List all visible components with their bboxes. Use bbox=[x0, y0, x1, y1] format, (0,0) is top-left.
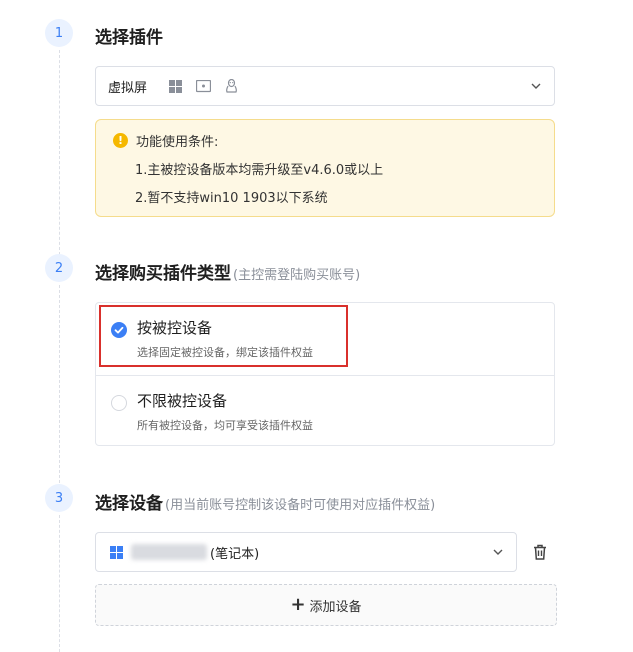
step-number: 2 bbox=[45, 254, 73, 282]
step-title: 选择插件 bbox=[95, 23, 163, 48]
device-type: (笔记本) bbox=[210, 546, 260, 562]
monitor-icon bbox=[196, 79, 212, 92]
linux-icon bbox=[226, 78, 237, 93]
radio-unchecked-icon[interactable] bbox=[111, 395, 127, 411]
step-title-text: 选择设备 bbox=[95, 494, 163, 514]
device-select[interactable]: (笔记本) bbox=[95, 532, 517, 572]
selection-highlight-box bbox=[99, 305, 348, 367]
notice-title: 功能使用条件: bbox=[136, 135, 219, 150]
step-number: 1 bbox=[45, 19, 73, 47]
os-support-icons bbox=[169, 78, 238, 94]
notice-line: 2.暂不支持win10 1903以下系统 bbox=[135, 191, 328, 206]
step-title: 选择购买插件类型 (主控需登陆购买账号) bbox=[95, 259, 360, 284]
conditions-notice: ! 功能使用条件: 1.主被控设备版本均需升级至v4.6.0或以上 2.暂不支持… bbox=[95, 119, 555, 217]
step-title: 选择设备 (用当前账号控制该设备时可使用对应插件权益) bbox=[95, 489, 435, 514]
windows-icon bbox=[169, 79, 183, 93]
add-device-button[interactable]: + 添加设备 bbox=[95, 584, 557, 626]
chevron-down-icon bbox=[531, 83, 541, 89]
plugin-select-value: 虚拟屏 bbox=[108, 80, 148, 96]
notice-line: 1.主被控设备版本均需升级至v4.6.0或以上 bbox=[135, 163, 384, 178]
chevron-down-icon bbox=[493, 549, 503, 555]
step-title-text: 选择购买插件类型 bbox=[95, 264, 231, 284]
step-hint: (主控需登陆购买账号) bbox=[233, 268, 361, 283]
step-connector bbox=[59, 50, 60, 255]
step-hint: (用当前账号控制该设备时可使用对应插件权益) bbox=[165, 498, 436, 513]
purchase-type-unlimited[interactable]: 不限被控设备 所有被控设备，均可享受该插件权益 bbox=[96, 375, 554, 447]
option-description: 所有被控设备，均可享受该插件权益 bbox=[137, 419, 313, 432]
step-number: 3 bbox=[45, 484, 73, 512]
device-name-redacted bbox=[131, 544, 207, 560]
notice-title-row: ! 功能使用条件: bbox=[113, 131, 554, 150]
add-device-label: 添加设备 bbox=[309, 599, 362, 615]
delete-icon[interactable] bbox=[531, 543, 549, 561]
step-connector bbox=[59, 285, 60, 483]
step-title-text: 选择插件 bbox=[95, 28, 163, 48]
plus-icon: + bbox=[290, 594, 306, 615]
option-label: 不限被控设备 bbox=[137, 392, 228, 410]
step-connector bbox=[59, 515, 60, 652]
windows-icon bbox=[110, 545, 123, 559]
warning-icon: ! bbox=[113, 133, 128, 148]
plugin-select[interactable]: 虚拟屏 bbox=[95, 66, 555, 106]
